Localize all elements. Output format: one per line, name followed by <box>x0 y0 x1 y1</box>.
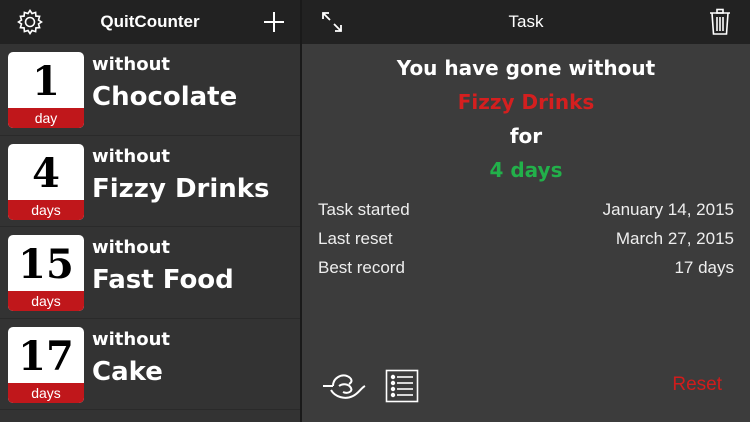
day-count-badge: 15 days <box>8 235 84 311</box>
day-count-badge: 4 days <box>8 143 84 220</box>
day-count: 17 <box>18 332 74 380</box>
without-label: without <box>92 237 171 258</box>
day-count: 15 <box>18 241 74 288</box>
day-count-badge: 1 day <box>8 52 84 128</box>
task-list-pane: QuitCounter 1 day without Chocolate 4 da… <box>0 0 300 422</box>
detail-row-best-record: Best record 17 days <box>318 256 734 285</box>
item-name: Chocolate <box>92 82 238 112</box>
detail-row-last-reset: Last reset March 27, 2015 <box>318 227 734 256</box>
reset-button[interactable]: Reset <box>672 374 722 396</box>
day-unit: day <box>8 108 84 128</box>
list-item[interactable]: 17 days without Cake <box>0 319 300 410</box>
detail-label: Last reset <box>318 229 393 248</box>
without-label: without <box>92 145 171 167</box>
item-name: Fizzy Drinks <box>92 173 270 204</box>
detail-value: 17 days <box>674 258 734 277</box>
detail-title: Task <box>508 12 544 31</box>
detail-nav-bar: Task <box>302 0 750 44</box>
day-unit: days <box>8 199 84 220</box>
task-details: Task started January 14, 2015 Last reset… <box>318 198 734 285</box>
list-item[interactable]: 4 days without Fizzy Drinks <box>0 136 300 227</box>
plus-icon[interactable] <box>258 6 290 38</box>
trash-icon[interactable] <box>704 6 736 38</box>
day-unit: days <box>8 291 84 311</box>
detail-label: Task started <box>318 200 410 219</box>
app-title: QuitCounter <box>100 12 200 31</box>
detail-value: March 27, 2015 <box>615 229 734 248</box>
left-nav-bar: QuitCounter <box>0 0 300 44</box>
task-list: 1 day without Chocolate 4 days without F… <box>0 44 300 410</box>
list-item[interactable]: 1 day without Chocolate <box>0 44 300 136</box>
task-detail-pane: Task You have gone without Fizzy Drinks … <box>302 0 750 422</box>
detail-row-started: Task started January 14, 2015 <box>318 198 734 227</box>
item-name: Cake <box>92 356 163 387</box>
day-count: 1 <box>32 58 60 105</box>
without-label: without <box>92 328 171 350</box>
detail-label: Best record <box>318 258 405 277</box>
list-icon[interactable] <box>384 368 420 404</box>
day-count: 4 <box>32 149 60 197</box>
summary-duration: 4 days <box>489 158 563 182</box>
summary-heading: You have gone without <box>396 56 656 80</box>
detail-value: January 14, 2015 <box>602 200 734 219</box>
summary-for: for <box>509 124 543 148</box>
without-label: without <box>92 54 171 75</box>
hand-icon[interactable] <box>320 368 368 404</box>
day-count-badge: 17 days <box>8 326 84 403</box>
summary-item: Fizzy Drinks <box>457 90 595 114</box>
day-unit: days <box>8 382 84 403</box>
list-item[interactable]: 15 days without Fast Food <box>0 227 300 319</box>
item-name: Fast Food <box>92 265 234 295</box>
